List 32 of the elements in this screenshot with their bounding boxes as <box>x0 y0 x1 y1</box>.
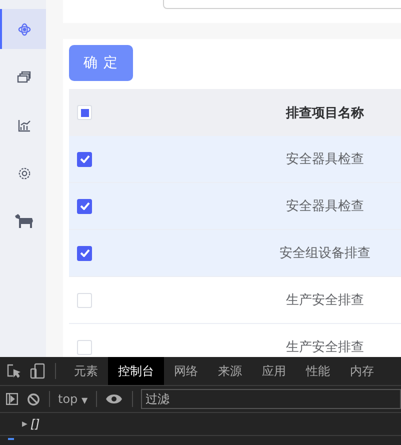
column-header: 排查项目名称 <box>286 106 364 120</box>
sidebar-item[interactable] <box>0 9 46 49</box>
devtools-tab[interactable]: 内存 <box>340 357 384 385</box>
eye-icon[interactable] <box>104 393 123 405</box>
select-all-checkbox[interactable] <box>77 105 92 120</box>
table-cell: 生产安全排查 <box>286 340 364 355</box>
gear-icon <box>18 166 30 180</box>
cards-icon <box>17 71 31 83</box>
devtools-tab[interactable]: 性能 <box>296 357 340 385</box>
animal-icon <box>14 213 34 229</box>
filter-field[interactable]: 过滤 <box>140 389 401 409</box>
console-output: [] <box>30 417 40 431</box>
table-cell: 生产安全排查 <box>286 293 364 308</box>
prompt-icon <box>8 438 14 443</box>
clear-icon[interactable] <box>27 392 40 406</box>
table-cell: 安全组设备排查 <box>280 246 370 261</box>
atom-icon <box>18 22 30 36</box>
chart-icon <box>18 118 30 132</box>
row-checkbox[interactable] <box>77 246 92 260</box>
device-icon[interactable] <box>30 363 46 379</box>
inspect-icon[interactable] <box>7 364 21 378</box>
sidebar-toggle-icon[interactable] <box>6 393 18 405</box>
context-dropdown[interactable]: top ▼ <box>58 392 88 406</box>
devtools-tab[interactable]: 元素 <box>64 357 108 385</box>
devtools-tab[interactable]: 控制台 <box>108 357 164 385</box>
devtools-tab[interactable]: 来源 <box>208 357 252 385</box>
table-cell: 安全器具检查 <box>286 152 364 167</box>
devtools-tab[interactable]: 网络 <box>164 357 208 385</box>
table-cell: 安全器具检查 <box>286 199 364 214</box>
devtools-tab[interactable]: 应用 <box>252 357 296 385</box>
row-checkbox[interactable] <box>77 198 92 214</box>
row-checkbox[interactable] <box>77 152 92 166</box>
